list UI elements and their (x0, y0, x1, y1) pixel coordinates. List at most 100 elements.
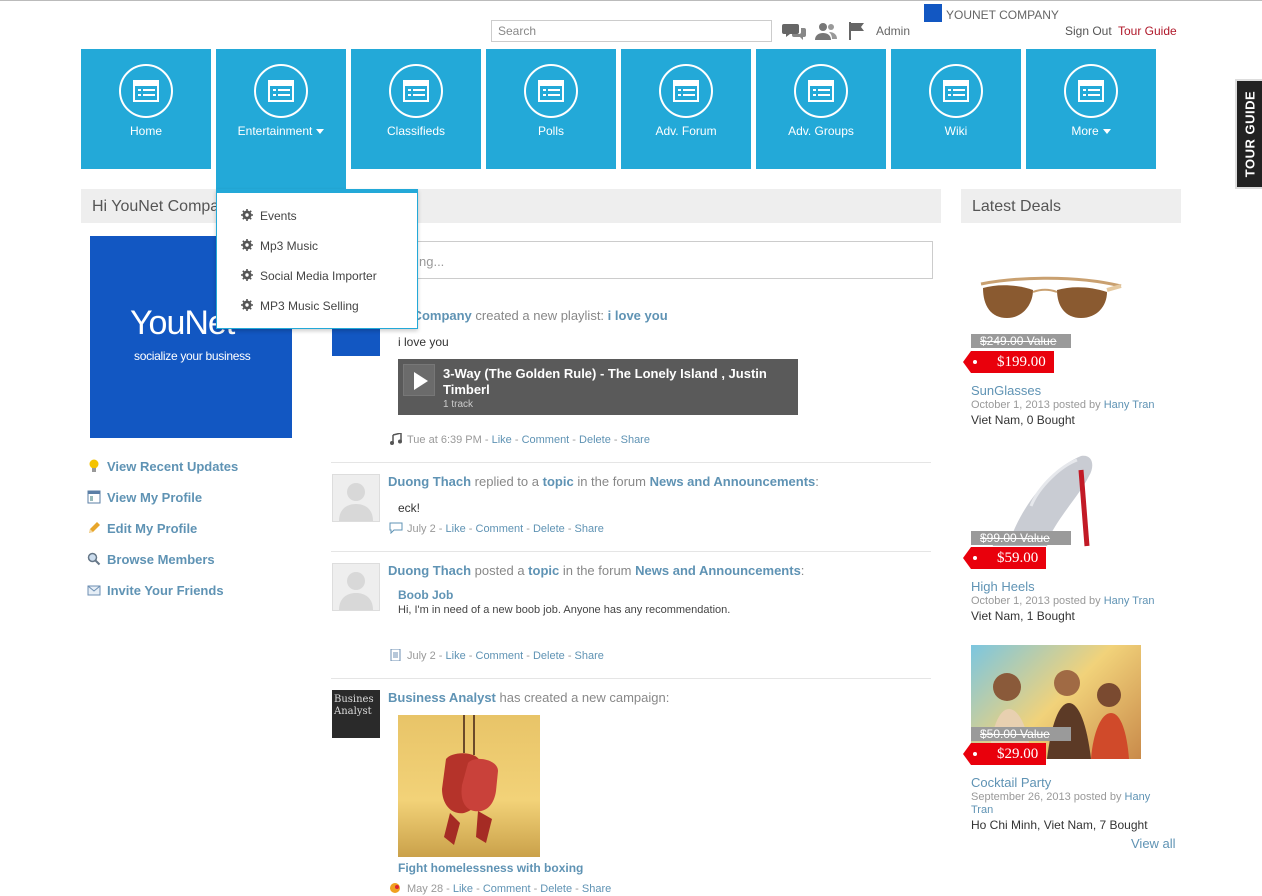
nav-tile-polls[interactable]: Polls (486, 49, 616, 169)
like-link[interactable]: Like (492, 434, 512, 446)
admin-link[interactable]: Admin (876, 24, 910, 38)
search-input[interactable] (491, 20, 772, 42)
feed-author-link[interactable]: Duong Thach (388, 563, 471, 578)
company-logo (924, 4, 942, 22)
playlist-link[interactable]: i love you (608, 308, 668, 323)
deal-name-link[interactable]: SunGlasses (971, 383, 1041, 398)
like-link[interactable]: Like (446, 523, 466, 535)
chat-icon[interactable] (782, 21, 806, 41)
feed-item-2-header: Duong Thach replied to a topic in the fo… (388, 474, 819, 489)
view-all-deals-link[interactable]: View all (1131, 836, 1176, 851)
deal-price: $29.00 (962, 743, 1047, 765)
deal-image-cocktail-party[interactable] (971, 645, 1141, 759)
deal-author-link[interactable]: Hany Tran (1104, 399, 1155, 411)
feed-header-bar (417, 189, 941, 223)
feed-item-1-meta: Tue at 6:39 PM - Like - Comment - Delete… (389, 432, 650, 446)
avatar-business-analyst[interactable]: Busines Analyst (332, 690, 380, 738)
nav-tile-home[interactable]: Home (81, 49, 211, 169)
feed-divider (331, 678, 931, 679)
app-icon (119, 64, 173, 118)
like-link[interactable]: Like (453, 883, 473, 895)
feed-divider (331, 462, 931, 463)
feed-divider (331, 551, 931, 552)
app-icon (254, 64, 308, 118)
deal-author-link[interactable]: Hany Tran (1104, 595, 1155, 607)
greeting-text: Hi YouNet Compa (92, 198, 220, 215)
view-recent-updates-link[interactable]: View Recent Updates (87, 459, 238, 477)
browse-members-link[interactable]: Browse Members (87, 552, 215, 570)
feed-item-3-meta: July 2 - Like - Comment - Delete - Share (389, 648, 604, 662)
top-border (0, 0, 1262, 1)
post-description: Hi, I'm in need of a new boob job. Anyon… (398, 604, 731, 616)
dropdown-item-social-media-importer[interactable]: Social Media Importer (241, 269, 377, 287)
dropdown-item-mp3-music[interactable]: Mp3 Music (241, 239, 318, 257)
view-my-profile-link[interactable]: View My Profile (87, 490, 202, 508)
feed-item-2-meta: July 2 - Like - Comment - Delete - Share (389, 522, 604, 535)
delete-link[interactable]: Delete (533, 523, 565, 535)
avatar-placeholder[interactable] (332, 474, 380, 522)
entertainment-dropdown: Events Mp3 Music Social Media Importer M… (216, 189, 418, 329)
share-link[interactable]: Share (621, 434, 650, 446)
nav-tile-entertainment[interactable]: Entertainment (216, 49, 346, 189)
flag-icon[interactable] (846, 21, 870, 41)
document-icon (389, 648, 403, 662)
comment-link[interactable]: Comment (476, 650, 524, 662)
nav-tile-wiki[interactable]: Wiki (891, 49, 1021, 169)
campaign-title-link[interactable]: Fight homelessness with boxing (398, 861, 583, 875)
status-input[interactable]: ng... (400, 241, 933, 279)
feed-item-1-body: i love you (398, 335, 449, 349)
invite-friends-link[interactable]: Invite Your Friends (87, 583, 224, 601)
topic-link[interactable]: topic (543, 474, 574, 489)
play-button[interactable] (403, 364, 435, 396)
profile-card-icon (87, 490, 101, 504)
delete-link[interactable]: Delete (540, 883, 572, 895)
nav-label: More (1026, 124, 1156, 138)
friends-icon[interactable] (814, 21, 838, 41)
post-title-link[interactable]: Boob Job (398, 588, 453, 602)
tour-guide-tab[interactable]: TOUR GUIDE (1235, 79, 1262, 189)
delete-link[interactable]: Delete (533, 650, 565, 662)
nav-tile-classifieds[interactable]: Classifieds (351, 49, 481, 169)
gear-icon (241, 209, 253, 221)
deal-old-price: $50.00 Value (971, 727, 1071, 741)
nav-tile-adv-groups[interactable]: Adv. Groups (756, 49, 886, 169)
campaign-icon (389, 882, 403, 894)
company-name[interactable]: YOUNET COMPANY (946, 8, 1059, 22)
forum-link[interactable]: News and Announcements (650, 474, 816, 489)
music-player: 3-Way (The Golden Rule) - The Lonely Isl… (398, 359, 798, 415)
deal-name-link[interactable]: High Heels (971, 579, 1035, 594)
app-icon (929, 64, 983, 118)
comment-bubble-icon (389, 522, 403, 535)
forum-link[interactable]: News and Announcements (635, 563, 801, 578)
share-link[interactable]: Share (575, 650, 604, 662)
topic-link[interactable]: topic (528, 563, 559, 578)
pencil-icon (87, 521, 101, 535)
gear-icon (241, 299, 253, 311)
dropdown-item-events[interactable]: Events (241, 209, 297, 227)
nav-tile-more[interactable]: More (1026, 49, 1156, 169)
avatar-placeholder[interactable] (332, 563, 380, 611)
comment-link[interactable]: Comment (476, 523, 524, 535)
deal-name-link[interactable]: Cocktail Party (971, 775, 1051, 790)
app-icon (659, 64, 713, 118)
share-link[interactable]: Share (575, 523, 604, 535)
tour-guide-link[interactable]: Tour Guide (1118, 24, 1177, 38)
feed-author-link[interactable]: Business Analyst (388, 690, 496, 705)
edit-my-profile-link[interactable]: Edit My Profile (87, 521, 197, 539)
track-count: 1 track (443, 399, 474, 410)
nav-label: Classifieds (386, 124, 446, 138)
comment-link[interactable]: Comment (522, 434, 570, 446)
campaign-image[interactable] (398, 715, 540, 857)
feed-author-link[interactable]: Duong Thach (388, 474, 471, 489)
deal-location: Viet Nam, 0 Bought (971, 413, 1075, 427)
music-note-icon (389, 432, 403, 445)
status-placeholder: ng... (419, 254, 445, 269)
like-link[interactable]: Like (446, 650, 466, 662)
track-title[interactable]: 3-Way (The Golden Rule) - The Lonely Isl… (443, 366, 793, 398)
share-link[interactable]: Share (582, 883, 611, 895)
sign-out-link[interactable]: Sign Out (1065, 24, 1112, 38)
comment-link[interactable]: Comment (483, 883, 531, 895)
dropdown-item-mp3-music-selling[interactable]: MP3 Music Selling (241, 299, 359, 317)
delete-link[interactable]: Delete (579, 434, 611, 446)
nav-tile-adv-forum[interactable]: Adv. Forum (621, 49, 751, 169)
